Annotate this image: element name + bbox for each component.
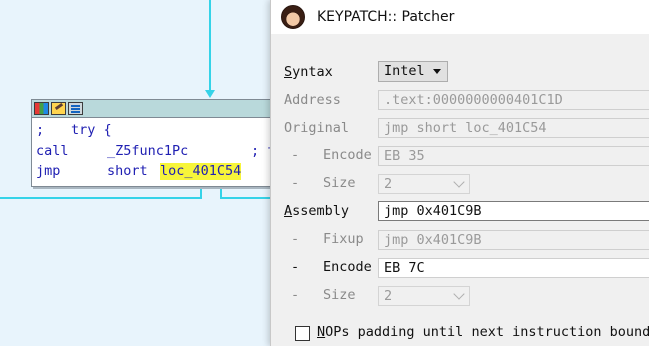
original-label: Original	[284, 120, 350, 136]
address-label: Address	[284, 92, 341, 108]
original-size-dash: -	[291, 175, 300, 191]
nops-padding-label[interactable]: NOPs padding until next instruction boun…	[317, 324, 649, 340]
code-operand-func[interactable]: _Z5func1Pc	[107, 143, 188, 160]
node-titlebar[interactable]	[32, 100, 292, 118]
assembly-encode-dash: -	[291, 259, 300, 275]
color-palette-icon[interactable]	[34, 102, 49, 115]
original-size-combo[interactable]: 2	[378, 174, 470, 194]
edge-arrowhead-icon	[205, 90, 215, 98]
dialog-titlebar[interactable]: KEYPATCH:: Patcher	[271, 0, 649, 34]
chevron-down-icon	[453, 176, 465, 188]
keypatch-dialog[interactable]: KEYPATCH:: Patcher Syntax Intel Address …	[270, 0, 649, 346]
assembly-label: Assembly	[284, 203, 350, 219]
address-field[interactable]: .text:0000000000401C1D	[378, 90, 649, 110]
assembly-size-combo[interactable]: 2	[378, 286, 470, 306]
assembly-encode-field[interactable]: EB 7C	[378, 258, 649, 278]
original-encode-label: Encode	[323, 147, 372, 163]
nops-padding-checkbox[interactable]	[295, 326, 310, 341]
syntax-dropdown[interactable]: Intel	[378, 61, 448, 82]
code-block-node[interactable]: ; try { call _Z5func1Pc ; t jmp short lo…	[31, 99, 293, 187]
original-size-value: 2	[384, 176, 393, 192]
assembly-encode-label: Encode	[323, 259, 372, 275]
code-comment-marker: ;	[36, 122, 45, 138]
graph-overview-icon[interactable]	[68, 102, 83, 115]
fixup-dash: -	[291, 231, 300, 247]
edit-icon[interactable]	[51, 102, 66, 115]
dialog-title: KEYPATCH:: Patcher	[317, 9, 455, 25]
original-encode-dash: -	[291, 147, 300, 163]
assembly-input[interactable]: jmp 0x401C9B	[378, 201, 649, 221]
code-try-comment: try {	[71, 122, 112, 138]
incoming-edge	[209, 0, 211, 91]
original-row: Original	[284, 117, 349, 139]
code-mnemonic-call[interactable]: call	[36, 143, 69, 160]
chevron-down-icon	[453, 288, 465, 300]
assembly-size-dash: -	[291, 287, 300, 303]
assembly-row: Assembly	[284, 200, 349, 222]
syntax-row: Syntax	[284, 61, 333, 83]
original-size-label: Size	[323, 175, 356, 191]
assembly-size-label: Size	[323, 287, 356, 303]
fixup-field[interactable]: jmp 0x401C9B	[378, 230, 649, 250]
dropdown-arrow-icon	[433, 69, 441, 74]
original-field[interactable]: jmp short loc_401C54	[378, 118, 649, 138]
code-target-label[interactable]: loc_401C54	[160, 163, 242, 180]
syntax-value: Intel	[384, 63, 425, 79]
keypatch-app-icon	[281, 5, 305, 29]
code-operand-short[interactable]: short	[107, 163, 148, 180]
syntax-label: Syntax	[284, 64, 333, 80]
original-encode-field[interactable]: EB 35	[378, 146, 649, 166]
code-mnemonic-jmp[interactable]: jmp	[36, 163, 60, 180]
assembly-size-value: 2	[384, 288, 393, 304]
fixup-label: Fixup	[323, 231, 364, 247]
address-row: Address	[284, 89, 341, 111]
outgoing-edge-left	[0, 197, 202, 199]
